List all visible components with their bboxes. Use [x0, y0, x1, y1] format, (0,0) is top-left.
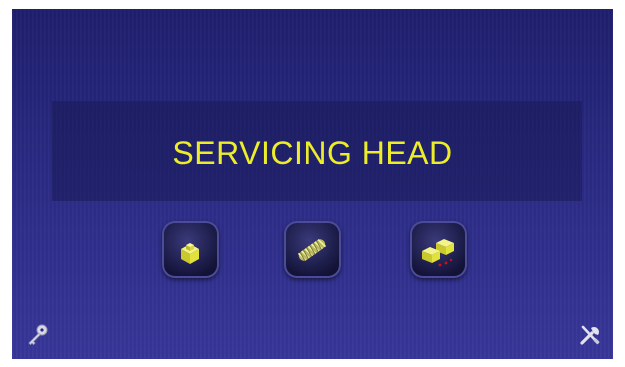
- tools-icon[interactable]: [577, 322, 603, 348]
- double-block-button[interactable]: [410, 221, 467, 278]
- single-block-icon: [181, 243, 199, 264]
- double-block-icon: [422, 239, 454, 267]
- page-title: SERVICING HEAD: [172, 135, 453, 171]
- servicing-head-screen: SERVICING HEAD: [12, 9, 613, 359]
- single-block-button[interactable]: [162, 221, 219, 278]
- spring-icon: [297, 239, 327, 262]
- spring-button[interactable]: [284, 221, 341, 278]
- key-icon[interactable]: [24, 322, 50, 348]
